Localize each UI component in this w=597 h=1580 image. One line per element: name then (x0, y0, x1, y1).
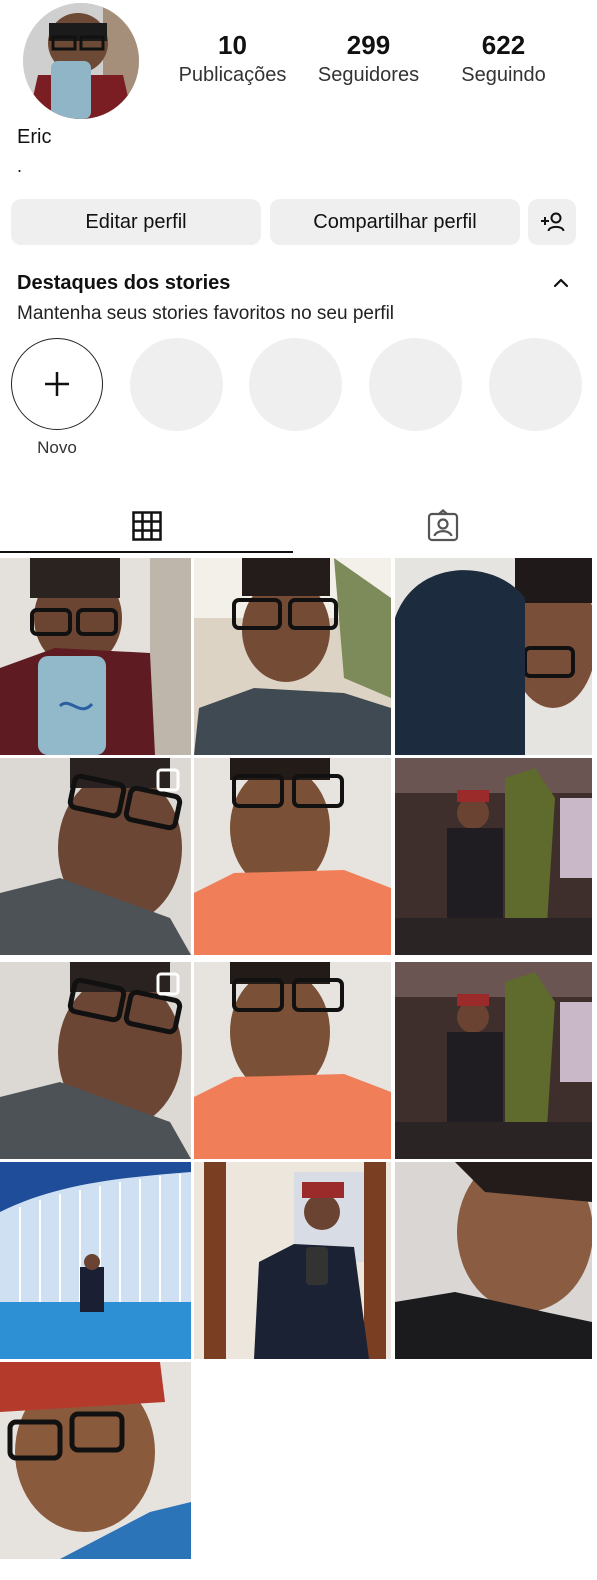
stat-posts[interactable]: 10 Publicações (170, 28, 295, 88)
post-image (395, 758, 592, 955)
profile-avatar[interactable] (23, 3, 139, 119)
avatar-photo (23, 3, 139, 119)
post-image (194, 758, 391, 955)
post-image (395, 558, 592, 755)
stat-followers-value: 299 (346, 30, 391, 60)
post-thumbnail[interactable] (194, 758, 391, 955)
post-thumbnail[interactable] (395, 962, 592, 1159)
add-person-button[interactable] (528, 199, 576, 245)
new-highlight-label: Novo (37, 438, 77, 457)
post-thumbnail[interactable] (395, 758, 592, 955)
post-thumbnail[interactable] (395, 1162, 592, 1359)
post-thumbnail[interactable] (194, 1162, 391, 1359)
highlight-placeholder (489, 338, 582, 431)
stat-posts-label: Publicações (178, 64, 287, 86)
post-thumbnail[interactable] (0, 1162, 191, 1359)
add-person-icon (541, 212, 565, 232)
plus-icon (45, 372, 69, 396)
tab-posts-grid[interactable] (0, 498, 293, 554)
post-image (0, 962, 191, 1159)
post-image (0, 758, 191, 955)
post-thumbnail[interactable] (0, 962, 191, 1159)
chevron-up-icon[interactable] (551, 273, 571, 293)
post-image (0, 1362, 191, 1559)
post-image (0, 558, 191, 755)
stat-following-value: 622 (481, 30, 526, 60)
post-thumbnail[interactable] (0, 758, 191, 955)
post-thumbnail[interactable] (194, 558, 391, 755)
post-thumbnail[interactable] (194, 962, 391, 1159)
active-tab-indicator (0, 551, 293, 553)
profile-bio: . (17, 156, 23, 176)
post-thumbnail[interactable] (0, 558, 191, 755)
edit-profile-button[interactable]: Editar perfil (11, 199, 261, 245)
post-image (395, 1162, 592, 1359)
grid-icon (131, 511, 162, 541)
stat-following[interactable]: 622 Seguindo (441, 28, 566, 88)
post-image (194, 1162, 391, 1359)
tab-tagged[interactable] (296, 498, 590, 554)
highlights-title: Destaques dos stories (17, 272, 231, 294)
profile-name: Eric (17, 126, 52, 148)
highlight-placeholder (369, 338, 462, 431)
tagged-icon (427, 509, 459, 542)
stat-followers-label: Seguidores (317, 64, 420, 86)
stat-posts-value: 10 (218, 30, 247, 60)
post-image (395, 962, 592, 1159)
post-image (0, 1162, 191, 1359)
post-image (194, 962, 391, 1159)
post-thumbnail[interactable] (395, 558, 592, 755)
stat-followers[interactable]: 299 Seguidores (306, 28, 431, 88)
new-highlight-button[interactable] (11, 338, 103, 430)
highlights-subtitle: Mantenha seus stories favoritos no seu p… (17, 303, 395, 324)
highlight-placeholder (249, 338, 342, 431)
stat-following-label: Seguindo (461, 64, 546, 86)
highlight-placeholder (130, 338, 223, 431)
post-image (194, 558, 391, 755)
post-thumbnail[interactable] (0, 1362, 191, 1559)
share-profile-button[interactable]: Compartilhar perfil (270, 199, 520, 245)
